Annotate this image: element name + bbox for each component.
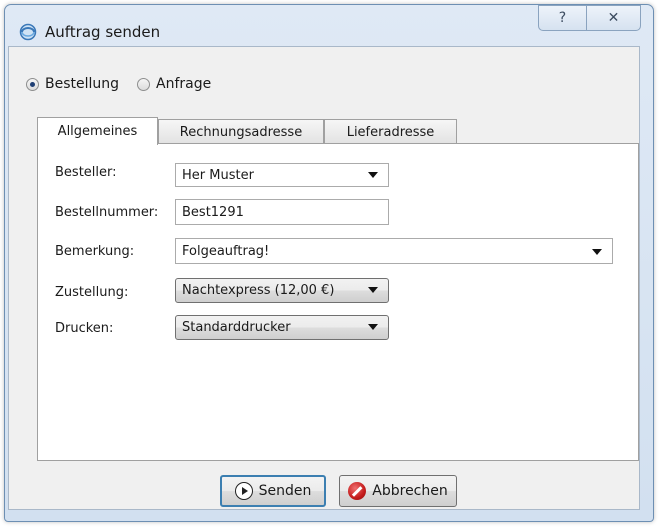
- window-title: Auftrag senden: [45, 23, 161, 41]
- zustellung-dropdown[interactable]: Nachtexpress (12,00 €): [175, 278, 389, 303]
- tab-rechnungsadresse[interactable]: Rechnungsadresse: [158, 119, 324, 144]
- tab-lieferadresse[interactable]: Lieferadresse: [324, 119, 457, 144]
- radio-bestellung[interactable]: [26, 77, 39, 91]
- drucken-dropdown[interactable]: Standarddrucker: [175, 315, 389, 340]
- drucken-label: Drucken:: [55, 321, 114, 336]
- chevron-down-icon: [368, 287, 378, 293]
- zustellung-label: Zustellung:: [55, 285, 129, 300]
- send-button[interactable]: Senden: [220, 475, 326, 507]
- besteller-value: Her Muster: [182, 167, 254, 183]
- cancel-icon: [348, 482, 367, 500]
- app-icon: [19, 23, 37, 41]
- cancel-button-label: Abbrechen: [372, 483, 448, 499]
- cancel-button[interactable]: Abbrechen: [339, 475, 457, 507]
- help-icon: ?: [558, 10, 567, 26]
- help-button[interactable]: ?: [538, 5, 586, 31]
- bemerkung-value: Folgeauftrag!: [182, 243, 270, 259]
- besteller-dropdown[interactable]: Her Muster: [175, 163, 389, 187]
- bemerkung-combobox[interactable]: Folgeauftrag!: [175, 238, 613, 264]
- bestellnummer-input[interactable]: Best1291: [175, 199, 389, 225]
- bestellnummer-value: Best1291: [182, 204, 244, 220]
- chevron-down-icon: [368, 324, 378, 330]
- radio-anfrage[interactable]: [137, 77, 151, 91]
- chevron-down-icon: [592, 249, 602, 255]
- send-button-label: Senden: [258, 483, 312, 499]
- bemerkung-label: Bemerkung:: [55, 244, 135, 259]
- play-icon: [234, 482, 253, 500]
- besteller-label: Besteller:: [55, 165, 117, 180]
- title-bar[interactable]: Auftrag senden ? ✕: [5, 5, 653, 51]
- close-icon: ✕: [607, 10, 620, 26]
- chevron-down-icon: [368, 172, 378, 178]
- drucken-value: Standarddrucker: [182, 320, 291, 335]
- tab-allgemeines[interactable]: Allgemeines: [37, 117, 158, 145]
- bestellnummer-label: Bestellnummer:: [55, 205, 159, 220]
- zustellung-value: Nachtexpress (12,00 €): [182, 283, 335, 298]
- radio-anfrage-label[interactable]: Anfrage: [156, 76, 211, 92]
- order-type-group: Bestellung Anfrage: [26, 76, 211, 92]
- close-button[interactable]: ✕: [586, 5, 641, 31]
- radio-bestellung-label[interactable]: Bestellung: [45, 76, 119, 92]
